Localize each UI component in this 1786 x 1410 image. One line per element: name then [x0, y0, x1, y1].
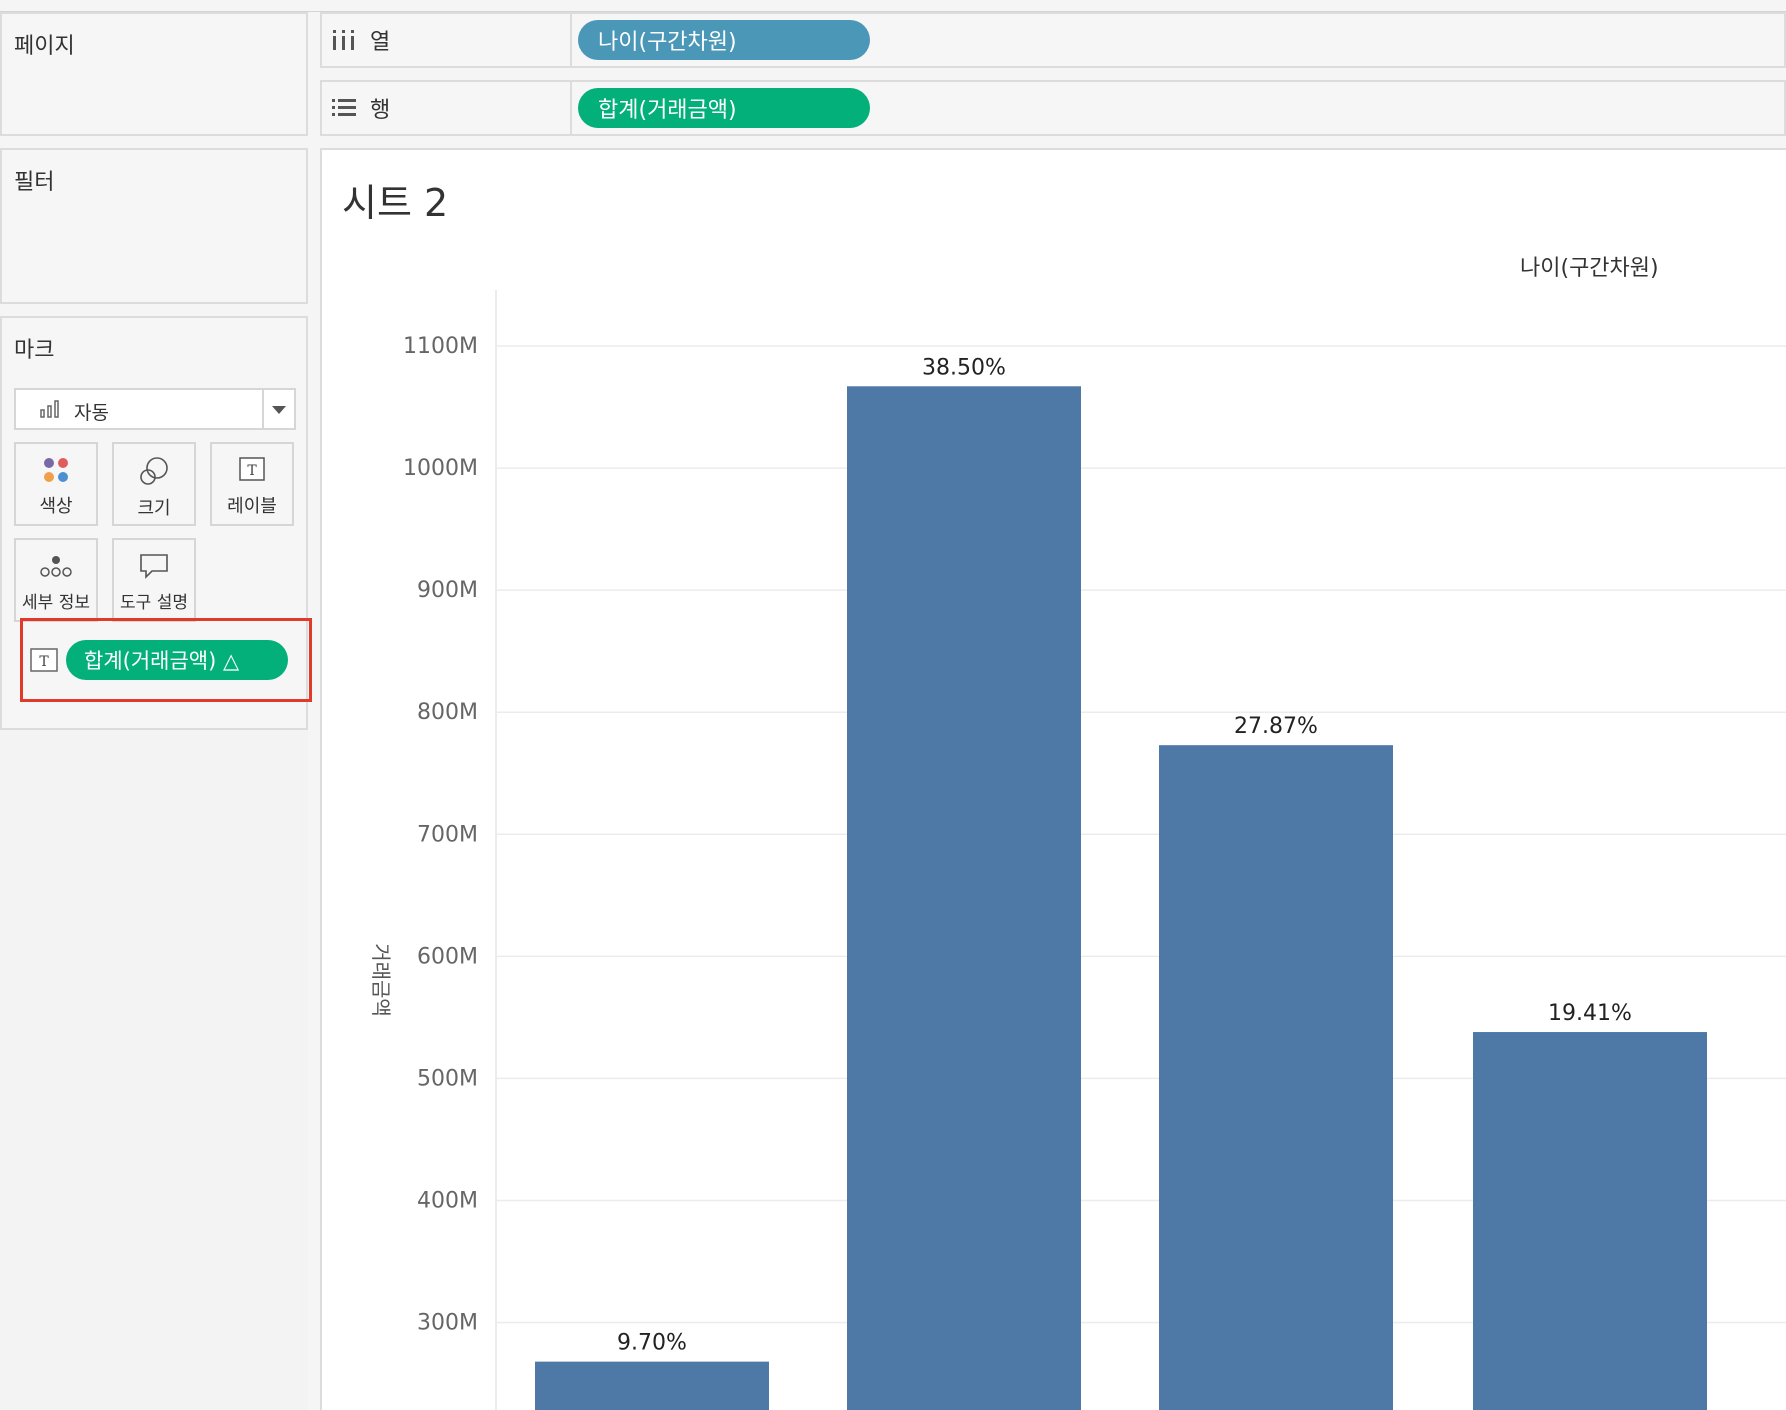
marks-panel-title: 마크 — [14, 338, 55, 363]
rows-pill[interactable]: 합계(거래금액) — [578, 88, 870, 128]
color-dots-icon — [44, 458, 68, 482]
shelf-divider — [570, 82, 572, 134]
filters-panel-title: 필터 — [14, 170, 55, 195]
bar-chart: 1100M 1000M 900M 800M 700M 600M 500M 400M 300M 거래… — [369, 290, 1786, 1410]
y-tick-label: 1100M — [403, 334, 478, 359]
y-tick-label: 300M — [417, 1311, 478, 1336]
detail-card-label: 세부 정보 — [22, 593, 90, 613]
rows-shelf[interactable]: 행 합계(거래금액) — [320, 80, 1786, 136]
columns-shelf-label-area: 열 — [330, 14, 540, 66]
bar-data-label: 38.50% — [922, 355, 1006, 380]
rows-shelf-label: 행 — [370, 98, 391, 123]
bar — [535, 1361, 769, 1410]
size-card[interactable]: 크기 — [112, 442, 196, 526]
y-tick-label: 800M — [417, 700, 478, 725]
rows-shelf-label-area: 행 — [330, 82, 540, 134]
left-empty-area — [0, 730, 308, 1410]
y-tick-label: 700M — [417, 822, 478, 847]
top-toolbar-strip — [0, 0, 1786, 12]
bar — [847, 386, 1081, 1410]
bar-data-label: 27.87% — [1234, 714, 1318, 739]
color-card[interactable]: 색상 — [14, 442, 98, 526]
columns-pill[interactable]: 나이(구간차원) — [578, 20, 870, 60]
bar-chart-icon — [40, 400, 59, 418]
pages-panel: 페이지 — [0, 12, 308, 136]
bar — [1159, 745, 1393, 1410]
text-icon: T — [30, 648, 58, 672]
dropdown-divider — [262, 390, 264, 428]
columns-icon — [333, 30, 354, 50]
mark-type-label: 자동 — [74, 402, 109, 424]
y-tick-label: 500M — [417, 1066, 478, 1091]
svg-text:T: T — [39, 654, 49, 670]
color-card-label: 색상 — [39, 496, 73, 517]
y-tick-label: 400M — [417, 1188, 478, 1213]
mark-type-dropdown[interactable]: 자동 — [14, 388, 296, 430]
detail-icon — [40, 556, 72, 577]
bar-data-label: 19.41% — [1548, 1001, 1632, 1026]
size-card-label: 크기 — [137, 498, 171, 519]
tooltip-card[interactable]: 도구 설명 — [112, 538, 196, 622]
y-tick-label: 600M — [417, 944, 478, 969]
rows-icon — [332, 99, 356, 116]
y-axis-title: 거래금액 — [369, 943, 393, 1017]
tooltip-icon — [140, 554, 168, 579]
label-card-label: 레이블 — [227, 496, 277, 517]
columns-shelf-label: 열 — [370, 30, 391, 55]
svg-text:T: T — [247, 463, 257, 479]
label-field-pill[interactable]: 합계(거래금액) △ — [66, 640, 288, 680]
tooltip-card-label: 도구 설명 — [120, 593, 188, 613]
chevron-down-icon[interactable] — [270, 404, 288, 416]
sheet-view: 시트 2 나이(구간차원) 1100M 1000M 900M 800M 700M 600M… — [320, 148, 1786, 1410]
label-icon: T — [239, 457, 265, 481]
filters-panel[interactable]: 필터 — [0, 148, 308, 304]
bar — [1473, 1032, 1707, 1410]
label-card[interactable]: T 레이블 — [210, 442, 294, 526]
bar-data-label: 9.70% — [617, 1331, 687, 1356]
size-icon — [140, 457, 168, 485]
columns-shelf[interactable]: 열 나이(구간차원) — [320, 12, 1786, 68]
y-tick-label: 1000M — [403, 456, 478, 481]
detail-card[interactable]: 세부 정보 — [14, 538, 98, 622]
marks-panel: 마크 자동 색상 크기 T 레이블 세부 정보 도구 설명 T 합계(거래금액)… — [0, 316, 312, 730]
shelf-divider — [570, 14, 572, 66]
y-tick-label: 900M — [417, 578, 478, 603]
pages-panel-title: 페이지 — [14, 34, 75, 59]
